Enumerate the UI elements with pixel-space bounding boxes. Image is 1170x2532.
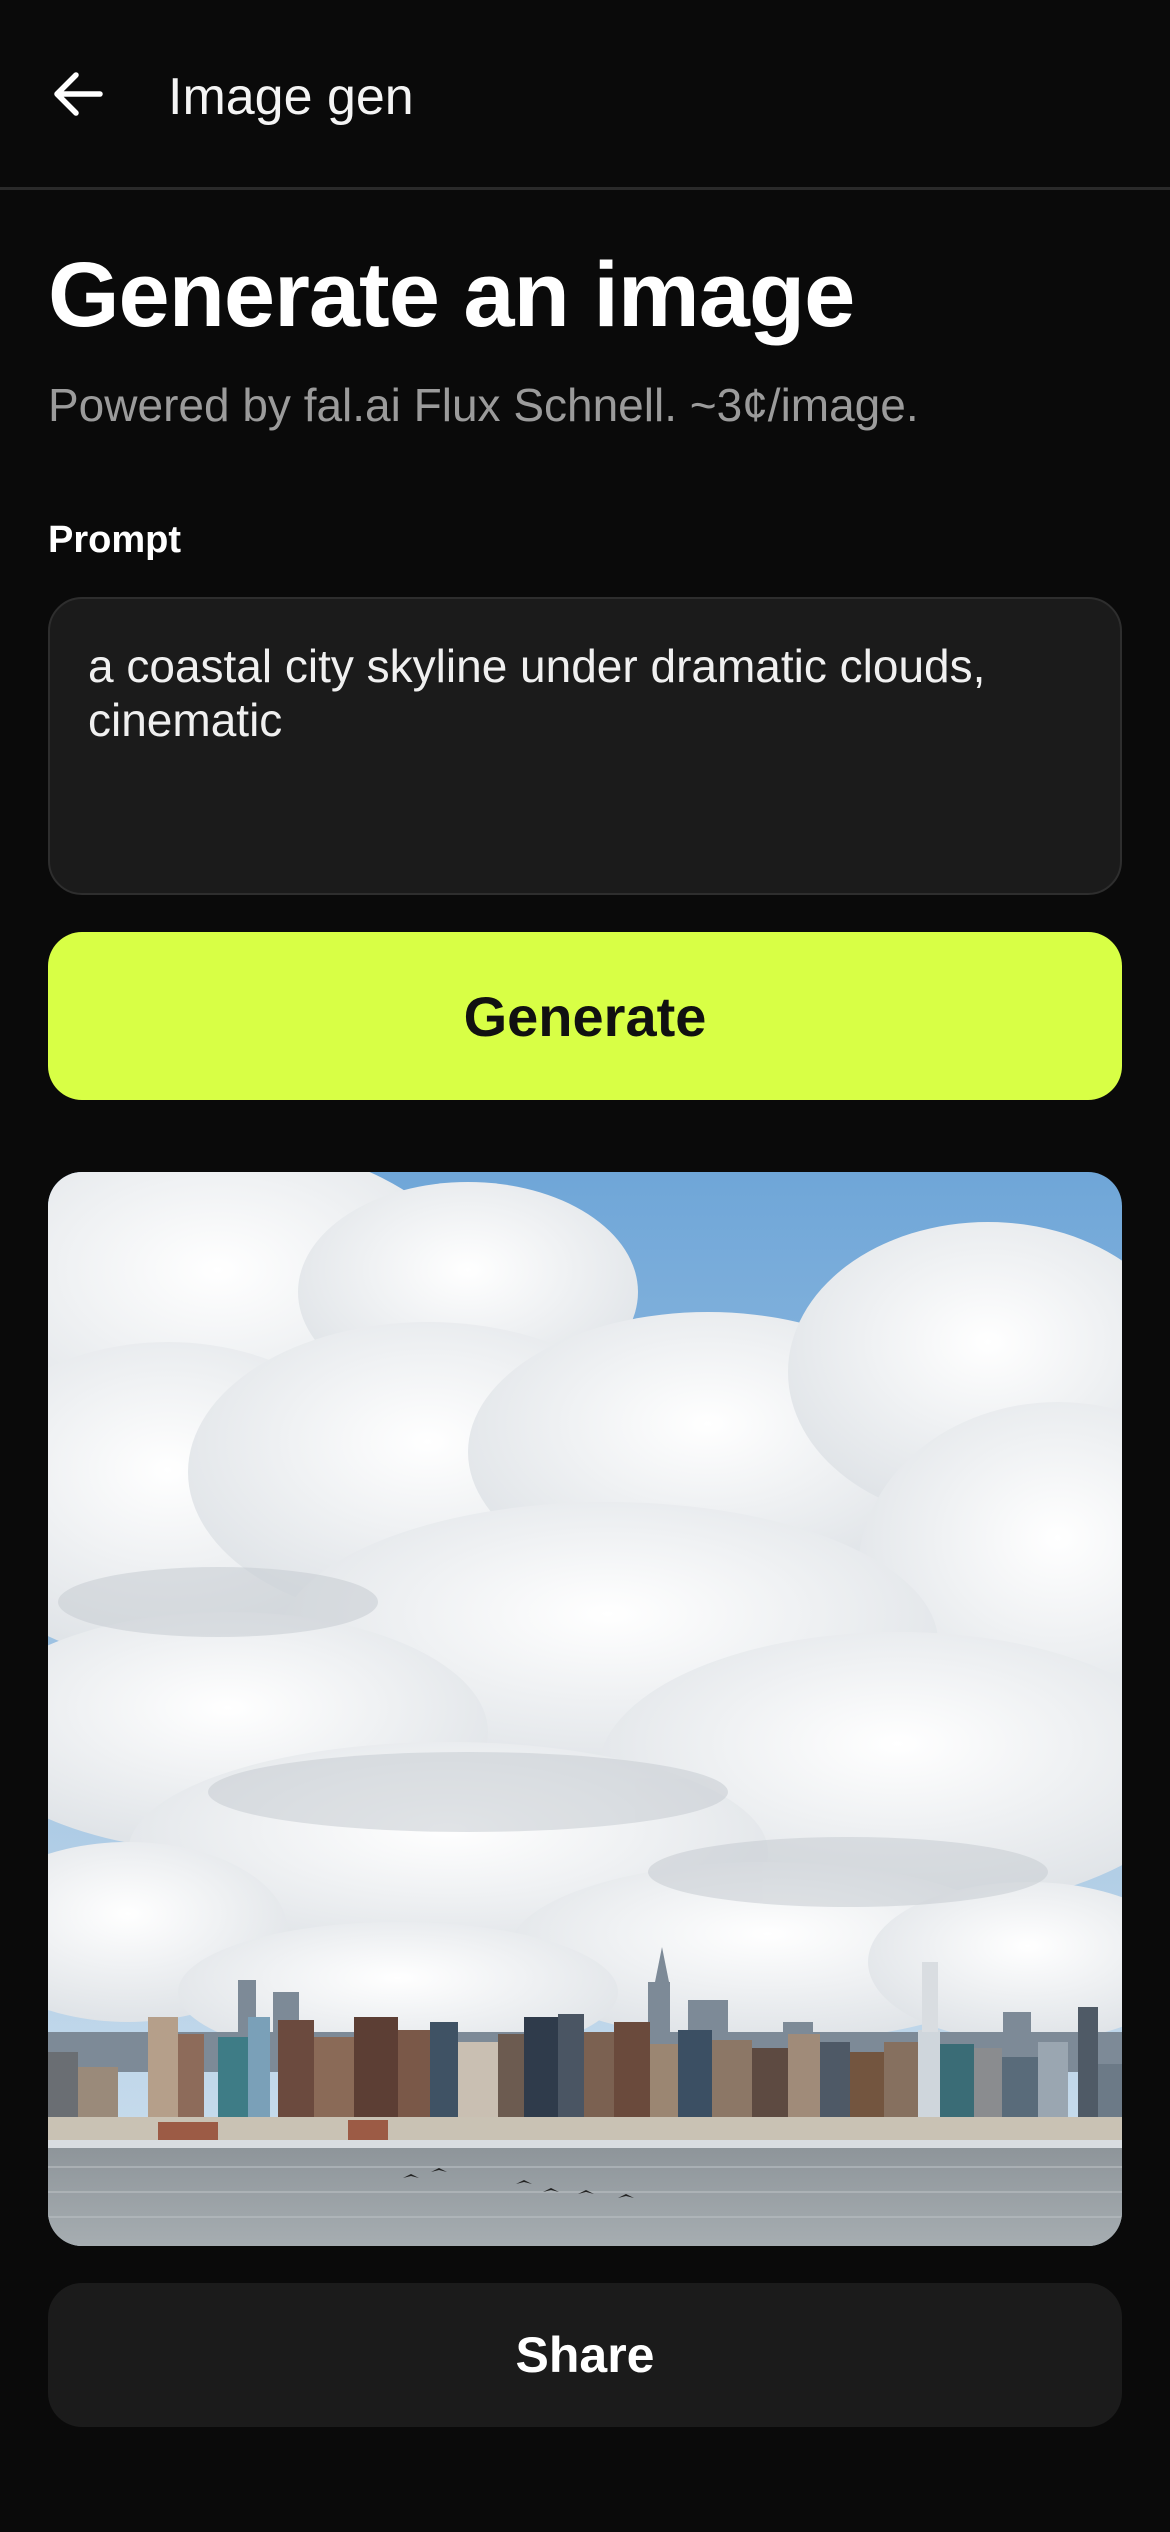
- generated-image: [48, 1172, 1122, 2246]
- page-title: Generate an image: [48, 244, 855, 346]
- generate-button[interactable]: Generate: [48, 932, 1122, 1100]
- back-button[interactable]: [40, 56, 116, 132]
- prompt-input[interactable]: a coastal city skyline under dramatic cl…: [48, 597, 1122, 895]
- app-bar: Image gen: [0, 0, 1170, 190]
- share-button[interactable]: Share: [48, 2283, 1122, 2427]
- subtitle: Powered by fal.ai Flux Schnell. ~3¢/imag…: [48, 379, 919, 431]
- arrow-left-icon: [54, 72, 103, 116]
- prompt-label: Prompt: [48, 519, 181, 561]
- app-title: Image gen: [168, 68, 414, 126]
